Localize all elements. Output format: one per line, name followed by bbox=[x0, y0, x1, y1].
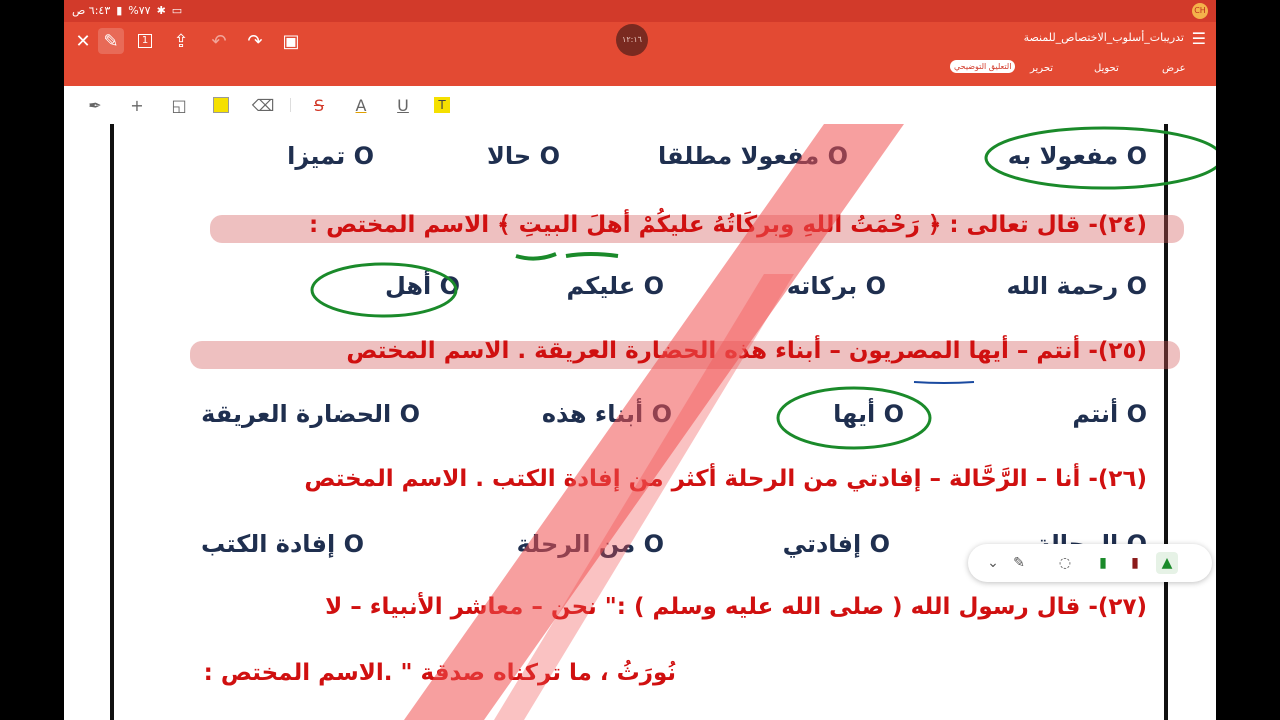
share-icon[interactable]: ⇪ bbox=[168, 28, 194, 54]
option-23-a: O مفعولا به bbox=[1007, 142, 1147, 170]
option-23-c: O حالا bbox=[487, 142, 560, 170]
ink-mark-1 bbox=[515, 252, 557, 261]
option-25-c: O أبناء هذه bbox=[541, 400, 672, 428]
toolbar-divider bbox=[290, 98, 291, 112]
shapes-icon[interactable]: ◱ bbox=[168, 94, 190, 116]
bluetooth-icon: ✱ bbox=[156, 4, 166, 17]
text-highlight-icon[interactable]: T bbox=[434, 97, 450, 113]
marker-green-icon[interactable]: ▮ bbox=[1092, 552, 1114, 574]
tab-view[interactable]: عرض bbox=[1162, 63, 1186, 74]
tab-convert[interactable]: تحويل bbox=[1094, 63, 1119, 74]
app-badge-icon: CH bbox=[1192, 3, 1208, 19]
tab-annotation[interactable]: التعليق التوضيحي bbox=[950, 60, 1016, 73]
page-border-left bbox=[110, 124, 114, 720]
option-26-d: O إفادة الكتب bbox=[201, 530, 364, 558]
option-25-b: O أيها bbox=[833, 400, 904, 428]
question-26: (٢٦)- أنا – الرَّحَّالة – إفادتي من الرح… bbox=[304, 466, 1147, 492]
highlighter-icon[interactable] bbox=[210, 94, 232, 116]
page-number-icon[interactable]: 1 bbox=[132, 28, 158, 54]
pen-edit-icon[interactable]: ✎ bbox=[98, 28, 124, 54]
pencil-icon[interactable]: ✎ bbox=[1008, 552, 1030, 574]
option-24-b: O بركاته bbox=[786, 272, 886, 300]
document-page[interactable]: O مفعولا به O مفعولا مطلقا O حالا O تميز… bbox=[64, 124, 1216, 720]
ink-mark-2 bbox=[565, 252, 619, 258]
undo-icon[interactable]: ↶ bbox=[206, 28, 232, 54]
close-icon[interactable]: ✕ bbox=[70, 28, 96, 54]
battery-icon: ▮ bbox=[116, 4, 123, 17]
option-26-c: O من الرحلة bbox=[516, 530, 664, 558]
option-23-d: O تميزا bbox=[287, 142, 374, 170]
ink-underline bbox=[913, 381, 975, 384]
annotation-toolbar: ✒ + ◱ ⌫ S A U T bbox=[64, 86, 1216, 125]
marker-red-icon[interactable]: ▮ bbox=[1124, 552, 1146, 574]
pen-settings-icon[interactable]: ✒ bbox=[84, 94, 106, 116]
recording-timer: ١٢:١٦ bbox=[616, 24, 648, 56]
option-25-a: O أنتم bbox=[1072, 400, 1147, 428]
question-27-line2: نُورَثُ ، ما تركناه صدقة " .الاسم المختص… bbox=[203, 660, 676, 686]
option-26-b: O إفادتي bbox=[782, 530, 890, 558]
question-27-line1: (٢٧)- قال رسول الله ( صلى الله عليه وسلم… bbox=[325, 594, 1147, 620]
status-time: ٦:٤٣ ص bbox=[72, 4, 111, 17]
menu-icon[interactable]: ☰ bbox=[1192, 29, 1206, 48]
question-24: (٢٤)- قال تعالى : ﴿ رَحْمَتُ اللهِ وبركَ… bbox=[308, 212, 1147, 238]
strikethrough-icon[interactable]: S bbox=[308, 94, 330, 116]
status-battery: %٧٧ bbox=[128, 4, 151, 17]
page-border-right bbox=[1164, 124, 1168, 720]
eraser-icon[interactable]: ⌫ bbox=[252, 94, 275, 116]
question-25: (٢٥)- أنتم – أيها المصريون – أبناء هذه ا… bbox=[346, 338, 1147, 364]
main-toolbar: ✕ ✎ 1 ⇪ ↶ ↷ ▣ ١٢:١٦ تدريبات_أسلوب_الاختص… bbox=[64, 22, 1216, 86]
tab-edit[interactable]: تحرير bbox=[1030, 63, 1053, 74]
status-bar: ٦:٤٣ ص ▮ %٧٧ ✱ ▭ CH bbox=[64, 0, 1216, 22]
screen-icon: ▭ bbox=[171, 4, 183, 17]
document-title: تدريبات_أسلوب_الاختصاص_للمنصة bbox=[1023, 31, 1184, 44]
chevron-down-icon[interactable]: ⌄ bbox=[982, 552, 1004, 574]
add-icon[interactable]: + bbox=[126, 94, 148, 116]
save-icon[interactable]: ▣ bbox=[278, 28, 304, 54]
option-24-a: O رحمة الله bbox=[1006, 272, 1147, 300]
pen-green-icon[interactable]: ▲ bbox=[1156, 552, 1178, 574]
floating-pen-toolbar: ⌄ ✎ ◌ ▮ ▮ ▲ bbox=[968, 544, 1212, 582]
option-23-b: O مفعولا مطلقا bbox=[657, 142, 848, 170]
option-25-d: O الحضارة العريقة bbox=[201, 400, 420, 428]
option-24-c: O عليكم bbox=[566, 272, 664, 300]
pdf-editor-app: ٦:٤٣ ص ▮ %٧٧ ✱ ▭ CH ✕ ✎ 1 ⇪ ↶ ↷ ▣ ١٢:١٦ … bbox=[64, 0, 1216, 720]
redo-icon[interactable]: ↷ bbox=[242, 28, 268, 54]
text-color-icon[interactable]: A bbox=[350, 94, 372, 116]
option-24-d: O أهل bbox=[384, 272, 460, 300]
lasso-icon[interactable]: ◌ bbox=[1054, 552, 1076, 574]
underline-icon[interactable]: U bbox=[392, 94, 414, 116]
status-left: ٦:٤٣ ص ▮ %٧٧ ✱ ▭ bbox=[72, 4, 182, 17]
